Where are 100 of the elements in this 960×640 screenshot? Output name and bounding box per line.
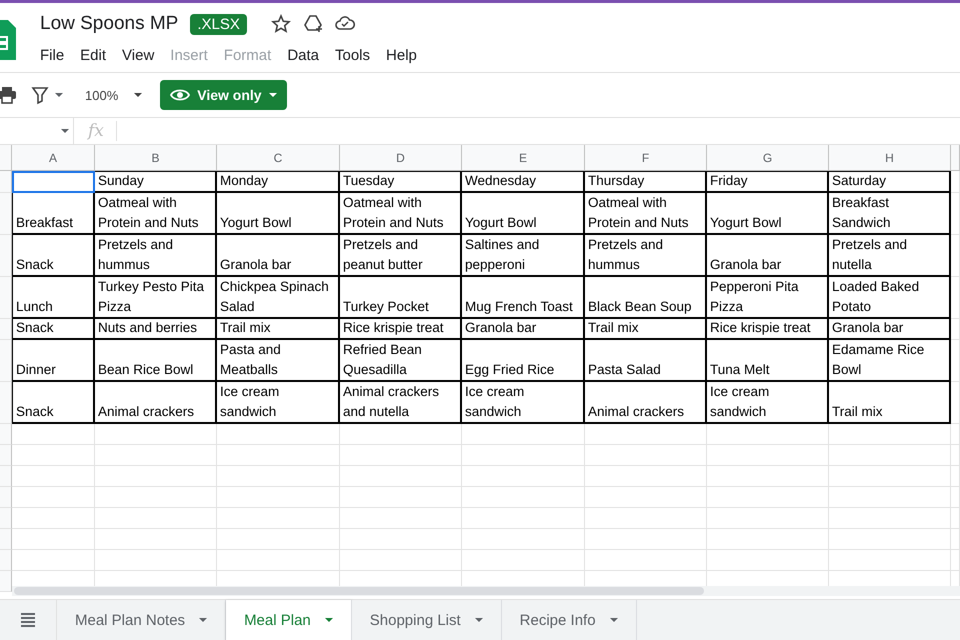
column-header[interactable]: C bbox=[217, 145, 340, 171]
table-cell: Granola bar bbox=[707, 235, 829, 277]
table-cell: Wednesday bbox=[462, 171, 585, 193]
table-cell: Edamame Rice Bowl bbox=[829, 340, 951, 382]
empty-cell bbox=[951, 529, 960, 550]
view-only-button[interactable]: View only bbox=[160, 80, 287, 110]
table-cell: Trail mix bbox=[217, 319, 340, 340]
table-cell: Tuesday bbox=[340, 171, 462, 193]
table-cell: Pretzels and hummus bbox=[585, 235, 707, 277]
table-cell: Saturday bbox=[829, 171, 951, 193]
row-header[interactable] bbox=[0, 319, 12, 340]
file-format-badge: .XLSX bbox=[190, 14, 247, 34]
caret-icon[interactable] bbox=[610, 618, 618, 622]
row-header[interactable] bbox=[0, 466, 12, 487]
table-cell: Dinner bbox=[12, 340, 95, 382]
column-header[interactable]: E bbox=[462, 145, 585, 171]
table-cell: Snack bbox=[12, 235, 95, 277]
row-header[interactable] bbox=[0, 382, 12, 424]
row-header[interactable] bbox=[0, 508, 12, 529]
table-cell: Yogurt Bowl bbox=[462, 193, 585, 235]
empty-cell bbox=[951, 424, 960, 445]
row-header[interactable] bbox=[0, 340, 12, 382]
table-cell: Loaded Baked Potato bbox=[829, 277, 951, 319]
menu-item[interactable]: Tools bbox=[327, 45, 378, 66]
row-header[interactable] bbox=[0, 277, 12, 319]
column-header[interactable]: G bbox=[707, 145, 829, 171]
sheet-tab[interactable]: Meal Plan bbox=[226, 600, 352, 640]
table-cell: Snack bbox=[12, 382, 95, 424]
table-cell: Pasta and Meatballs bbox=[217, 340, 340, 382]
menu-item[interactable]: View bbox=[114, 45, 162, 66]
row-header[interactable] bbox=[0, 529, 12, 550]
drive-add-icon[interactable] bbox=[302, 14, 323, 34]
caret-icon[interactable] bbox=[474, 618, 483, 622]
caret-icon[interactable] bbox=[199, 618, 208, 622]
table-cell: Pretzels and nutella bbox=[829, 235, 951, 277]
formula-label: fx bbox=[74, 121, 117, 141]
row-header[interactable] bbox=[0, 445, 12, 466]
table-cell: Turkey Pocket bbox=[340, 277, 462, 319]
column-header[interactable] bbox=[951, 145, 960, 171]
table-cell: Yogurt Bowl bbox=[707, 193, 829, 235]
table-cell: Yogurt Bowl bbox=[217, 193, 340, 235]
empty-cell bbox=[951, 382, 960, 424]
table-cell: Oatmeal with Protein and Nuts bbox=[585, 193, 707, 235]
zoom-level[interactable]: 100% bbox=[85, 88, 118, 102]
table-cell: Black Bean Soup bbox=[585, 277, 707, 319]
table-cell: Breakfast Sandwich bbox=[829, 193, 951, 235]
table-cell: Turkey Pesto Pita Pizza bbox=[95, 277, 217, 319]
scrollbar-thumb[interactable] bbox=[14, 587, 704, 595]
column-header[interactable]: A bbox=[12, 145, 95, 171]
table-cell: Ice cream sandwich bbox=[462, 382, 585, 424]
row-header[interactable] bbox=[0, 550, 12, 571]
empty-cell bbox=[951, 445, 960, 466]
table-cell: Granola bar bbox=[217, 235, 340, 277]
document-title[interactable]: Low Spoons MP bbox=[40, 13, 178, 35]
column-header[interactable]: F bbox=[585, 145, 707, 171]
caret-icon[interactable] bbox=[61, 129, 69, 133]
select-all-corner[interactable] bbox=[0, 145, 12, 171]
empty-cell bbox=[951, 277, 960, 319]
row-header[interactable] bbox=[0, 235, 12, 277]
table-cell: Pasta Salad bbox=[585, 340, 707, 382]
empty-cell bbox=[951, 235, 960, 277]
caret-icon[interactable] bbox=[268, 93, 277, 97]
table-cell: Oatmeal with Protein and Nuts bbox=[95, 193, 217, 235]
print-icon[interactable] bbox=[0, 85, 17, 105]
filter-icon[interactable] bbox=[31, 85, 49, 105]
column-header[interactable]: B bbox=[95, 145, 217, 171]
table-cell: Bean Rice Bowl bbox=[95, 340, 217, 382]
table-cell: Animal crackers bbox=[95, 382, 217, 424]
table-cell: Chickpea Spinach Salad bbox=[217, 277, 340, 319]
table-cell: Trail mix bbox=[829, 382, 951, 424]
empty-cell bbox=[951, 466, 960, 487]
empty-cell bbox=[951, 487, 960, 508]
menu-item[interactable]: Data bbox=[279, 45, 327, 66]
table-cell: Refried Bean Quesadilla bbox=[340, 340, 462, 382]
table-cell: Trail mix bbox=[585, 319, 707, 340]
caret-icon[interactable] bbox=[324, 618, 333, 622]
row-header[interactable] bbox=[0, 424, 12, 445]
table-cell: Friday bbox=[707, 171, 829, 193]
menu-item[interactable]: File bbox=[32, 45, 72, 66]
menu-item[interactable]: Help bbox=[378, 45, 425, 66]
table-cell: Oatmeal with Protein and Nuts bbox=[340, 193, 462, 235]
menu-item[interactable]: Edit bbox=[72, 45, 114, 66]
sheet-list-icon[interactable] bbox=[21, 613, 35, 627]
star-icon[interactable] bbox=[270, 14, 291, 34]
row-header[interactable] bbox=[0, 487, 12, 508]
table-cell: Egg Fried Rice bbox=[462, 340, 585, 382]
row-header[interactable] bbox=[0, 571, 12, 592]
empty-cell bbox=[951, 340, 960, 382]
table-cell: Saltines and pepperoni bbox=[462, 235, 585, 277]
table-cell: Pretzels and hummus bbox=[95, 235, 217, 277]
caret-icon[interactable] bbox=[55, 93, 63, 97]
column-header[interactable]: D bbox=[340, 145, 462, 171]
caret-icon[interactable] bbox=[134, 93, 142, 97]
column-header[interactable]: H bbox=[829, 145, 951, 171]
table-cell: Ice cream sandwich bbox=[217, 382, 340, 424]
row-header[interactable] bbox=[0, 171, 12, 193]
table-cell: Pepperoni Pita Pizza bbox=[707, 277, 829, 319]
table-cell: Lunch bbox=[12, 277, 95, 319]
row-header[interactable] bbox=[0, 193, 12, 235]
table-cell: Monday bbox=[217, 171, 340, 193]
